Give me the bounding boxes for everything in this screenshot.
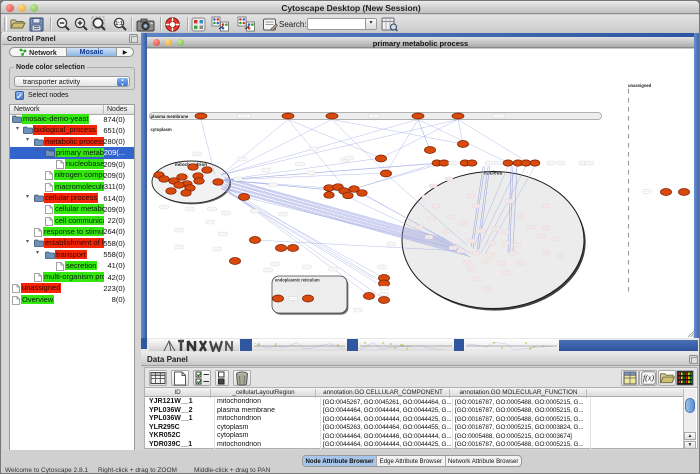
svg-text:endoplasmic reticulum: endoplasmic reticulum [275, 278, 320, 283]
svg-text:f(x): f(x) [642, 374, 653, 383]
svg-text:cytoplasm: cytoplasm [151, 127, 172, 132]
svg-text:1:1: 1:1 [115, 21, 122, 27]
svg-text:plasma membrane: plasma membrane [151, 114, 189, 119]
svg-text:unassigned: unassigned [628, 83, 652, 88]
svg-text:nucleus: nucleus [484, 171, 503, 177]
